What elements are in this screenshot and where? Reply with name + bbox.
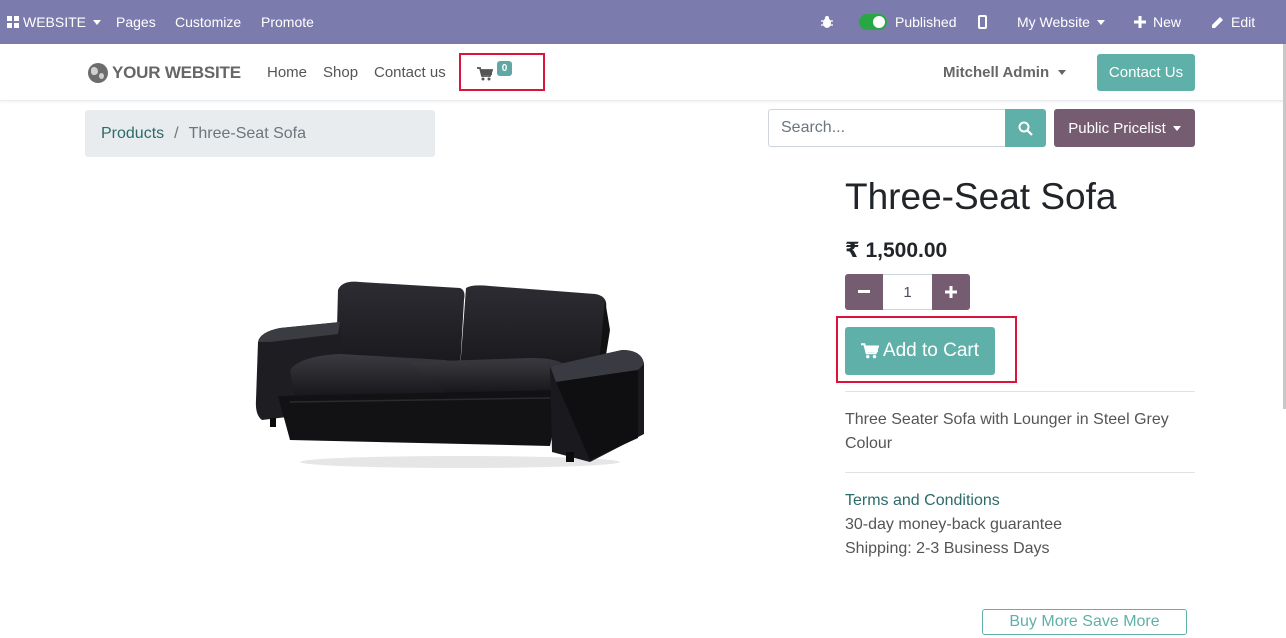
my-website-menu[interactable]: My Website — [1017, 0, 1105, 44]
pencil-icon — [1212, 16, 1223, 28]
pricelist-dropdown[interactable]: Public Pricelist — [1054, 109, 1195, 147]
minus-icon — [858, 290, 870, 293]
new-label: New — [1153, 14, 1182, 30]
nav-shop[interactable]: Shop — [323, 44, 358, 101]
mobile-phone-icon — [978, 15, 987, 29]
plus-icon — [945, 286, 957, 298]
pages-menu[interactable]: Pages — [116, 0, 156, 44]
buy-more-save-more-button[interactable]: Buy More Save More — [982, 609, 1187, 635]
globe-icon — [88, 63, 108, 83]
shipping-text: Shipping: 2-3 Business Days — [845, 540, 1050, 557]
site-logo[interactable]: YOUR WEBSITE — [88, 63, 241, 83]
promote-menu[interactable]: Promote — [261, 0, 314, 44]
product-image — [250, 270, 650, 475]
cart-link[interactable]: 0 — [459, 53, 545, 91]
published-label: Published — [895, 14, 957, 30]
published-toggle[interactable]: Published — [859, 0, 957, 44]
breadcrumb-separator: / — [174, 124, 179, 142]
caret-down-icon — [93, 19, 102, 25]
shopping-cart-icon — [860, 343, 879, 359]
customize-menu[interactable]: Customize — [175, 0, 241, 44]
user-name: Mitchell Admin — [943, 64, 1050, 81]
apps-grid-icon — [7, 16, 19, 28]
search-input[interactable] — [768, 109, 1006, 147]
new-button[interactable]: New — [1134, 0, 1181, 44]
product-title: Three-Seat Sofa — [845, 176, 1117, 217]
quantity-increase-button[interactable] — [932, 274, 970, 310]
quantity-decrease-button[interactable] — [845, 274, 883, 310]
debug-bug-icon[interactable] — [820, 0, 834, 44]
cart-count-badge: 0 — [497, 61, 512, 76]
caret-down-icon — [1172, 125, 1181, 131]
breadcrumb: Products / Three-Seat Sofa — [85, 110, 435, 157]
divider — [845, 472, 1195, 473]
add-to-cart-label: Add to Cart — [882, 340, 980, 361]
shopping-cart-icon — [477, 67, 493, 81]
product-description: Three Seater Sofa with Lounger in Steel … — [845, 408, 1195, 456]
breadcrumb-current: Three-Seat Sofa — [188, 124, 306, 142]
description-line-2: Colour — [845, 435, 893, 452]
site-header: YOUR WEBSITE Home Shop Contact us 0 Mitc… — [0, 44, 1286, 101]
contact-us-button[interactable]: Contact Us — [1097, 54, 1195, 91]
terms-and-conditions-link[interactable]: Terms and Conditions — [845, 489, 1000, 513]
search-icon — [1018, 121, 1033, 136]
edit-button[interactable]: Edit — [1211, 0, 1255, 44]
mobile-preview-button[interactable] — [978, 0, 987, 44]
logo-text: YOUR WEBSITE — [112, 63, 241, 82]
plus-icon — [1134, 16, 1146, 28]
caret-down-icon — [1058, 70, 1067, 75]
my-website-label: My Website — [1017, 14, 1090, 30]
product-price: ₹ 1,500.00 — [845, 239, 948, 262]
nav-home[interactable]: Home — [267, 44, 307, 101]
pricelist-label: Public Pricelist — [1068, 119, 1166, 137]
caret-down-icon — [1096, 19, 1105, 25]
quantity-input[interactable] — [883, 274, 932, 310]
admin-bar: WEBSITE Pages Customize Promote Publishe… — [0, 0, 1286, 44]
nav-contact-us[interactable]: Contact us — [374, 44, 446, 101]
website-menu-label: WEBSITE — [23, 14, 87, 30]
search-button[interactable] — [1005, 109, 1046, 147]
description-line-1: Three Seater Sofa with Lounger in Steel … — [845, 411, 1169, 428]
user-menu[interactable]: Mitchell Admin — [943, 44, 1067, 101]
toggle-switch-icon — [859, 14, 887, 30]
edit-label: Edit — [1231, 14, 1256, 30]
add-to-cart-button[interactable]: Add to Cart — [845, 327, 995, 375]
guarantee-text: 30-day money-back guarantee — [845, 516, 1063, 533]
divider — [845, 391, 1195, 392]
breadcrumb-products[interactable]: Products — [101, 125, 164, 143]
website-menu[interactable]: WEBSITE — [7, 0, 102, 44]
